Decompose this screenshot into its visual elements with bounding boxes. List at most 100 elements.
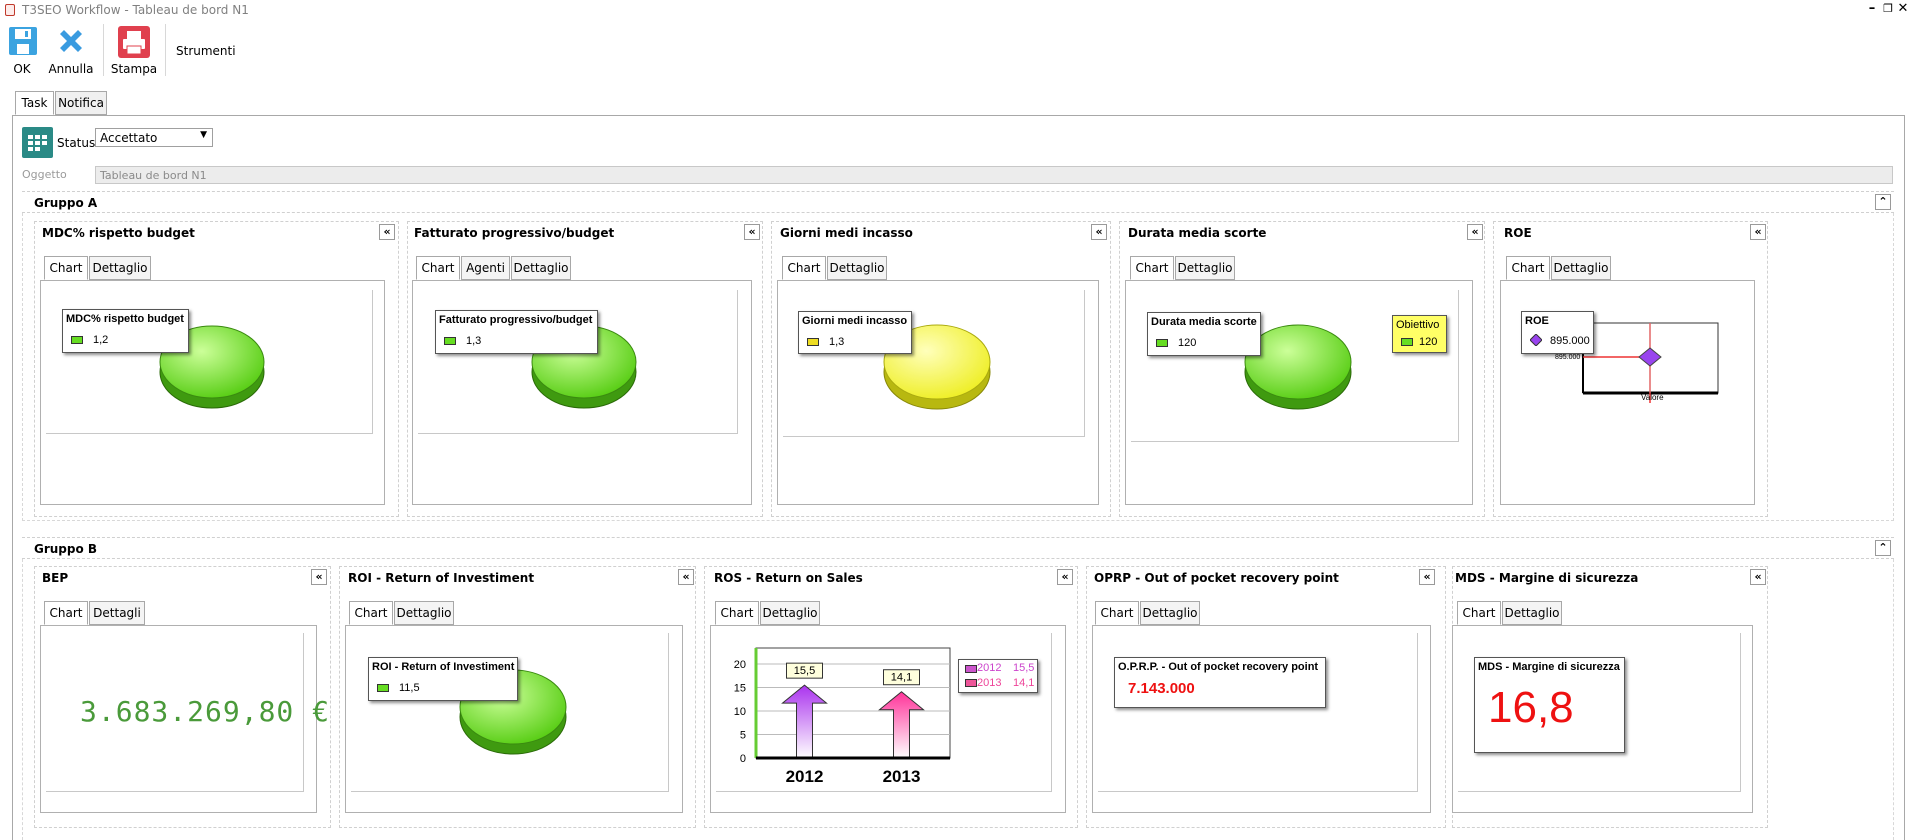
legend-oprp-title: O.P.R.P. - Out of pocket recovery point bbox=[1118, 661, 1319, 673]
collapse-fatturato-button[interactable]: « bbox=[744, 224, 760, 240]
ros-category-label: 2012 bbox=[786, 767, 824, 786]
widget-mds-title: MDS - Margine di sicurezza bbox=[1455, 571, 1639, 585]
collapse-giorni-button[interactable]: « bbox=[1091, 224, 1107, 240]
tab-oprp-chart[interactable]: Chart bbox=[1095, 601, 1139, 625]
tab-durata-chart[interactable]: Chart bbox=[1130, 256, 1174, 280]
ros-ytick-label: 5 bbox=[740, 730, 746, 742]
tab-fatturato-agenti[interactable]: Agenti bbox=[461, 256, 510, 280]
group-b-header: Gruppo B bbox=[22, 537, 1894, 559]
legend-swatch bbox=[71, 336, 83, 344]
ros-ytick-label: 15 bbox=[734, 683, 746, 695]
tab-ros-dettaglio[interactable]: Dettaglio bbox=[760, 601, 820, 625]
group-a-collapse-button[interactable]: ⌃ bbox=[1875, 194, 1891, 210]
tab-bep-dettagli[interactable]: Dettagli bbox=[89, 601, 145, 625]
tab-bep-chart[interactable]: Chart bbox=[44, 601, 88, 625]
legend-mdc-title: MDC% rispetto budget bbox=[66, 313, 184, 325]
legend-obiettivo: Obiettivo 120 bbox=[1392, 315, 1447, 353]
tab-giorni-dettaglio[interactable]: Dettaglio bbox=[827, 256, 887, 280]
legend-roi-value: 11,5 bbox=[399, 682, 420, 694]
ros-data-label: 15,5 bbox=[794, 665, 815, 677]
widget-mdc-title: MDC% rispetto budget bbox=[42, 226, 195, 240]
legend-mdc: MDC% rispetto budget 1,2 bbox=[62, 309, 189, 353]
strumenti-menu[interactable]: Strumenti bbox=[176, 44, 236, 58]
tab-giorni-chart[interactable]: Chart bbox=[782, 256, 826, 280]
legend-durata-title: Durata media scorte bbox=[1151, 316, 1257, 328]
close-icon[interactable]: ✕ bbox=[1895, 1, 1910, 17]
legend-fatturato-title: Fatturato progressivo/budget bbox=[439, 314, 593, 326]
legend-ros-2012-value: 15,5 bbox=[1013, 662, 1035, 674]
legend-fatturato-value: 1,3 bbox=[466, 335, 482, 347]
legend-swatch bbox=[377, 684, 389, 692]
legend-roe-title: ROE bbox=[1525, 315, 1549, 327]
legend-roe-value: 895.000 bbox=[1550, 335, 1590, 347]
tab-mdc-chart[interactable]: Chart bbox=[44, 256, 88, 280]
collapse-mdc-button[interactable]: « bbox=[379, 224, 395, 240]
group-a-title: Gruppo A bbox=[34, 196, 98, 210]
legend-ros-2012-name: 2012 bbox=[977, 662, 1002, 674]
legend-roi-title: ROI - Return of Investiment bbox=[372, 661, 515, 673]
legend-swatch bbox=[807, 338, 819, 346]
tab-roe-dettaglio[interactable]: Dettaglio bbox=[1551, 256, 1611, 280]
stampa-label: Stampa bbox=[110, 62, 158, 76]
status-label: Status bbox=[57, 136, 96, 150]
collapse-roi-button[interactable]: « bbox=[678, 569, 694, 585]
ros-ytick-label: 10 bbox=[734, 706, 746, 718]
legend-roi: ROI - Return of Investiment 11,5 bbox=[368, 657, 518, 701]
oggetto-field[interactable]: Tableau de bord N1 bbox=[95, 166, 1893, 184]
legend-ros: 2012 15,5 2013 14,1 bbox=[958, 659, 1038, 693]
legend-ros-2013-name: 2013 bbox=[977, 677, 1002, 689]
tab-durata-dettaglio[interactable]: Dettaglio bbox=[1175, 256, 1235, 280]
tab-roi-chart[interactable]: Chart bbox=[349, 601, 393, 625]
ros-data-label: 14,1 bbox=[891, 672, 912, 684]
status-select[interactable]: Accettato ▼ bbox=[95, 128, 213, 147]
widget-ros-title: ROS - Return on Sales bbox=[714, 571, 863, 585]
tab-roi-dettaglio[interactable]: Dettaglio bbox=[394, 601, 454, 625]
legend-swatch-2012 bbox=[965, 665, 977, 673]
annulla-label: Annulla bbox=[48, 62, 94, 76]
tab-ros-chart[interactable]: Chart bbox=[715, 601, 759, 625]
tab-mds-dettaglio[interactable]: Dettaglio bbox=[1502, 601, 1562, 625]
tab-notifica[interactable]: Notifica bbox=[55, 91, 107, 115]
ros-ytick-label: 20 bbox=[734, 659, 746, 671]
bep-value: 3.683.269,80 € bbox=[80, 695, 331, 728]
oggetto-label: Oggetto bbox=[22, 168, 67, 181]
tab-task[interactable]: Task bbox=[15, 91, 54, 115]
legend-diamond-icon bbox=[1530, 334, 1542, 346]
collapse-mds-button[interactable]: « bbox=[1750, 569, 1766, 585]
restore-icon[interactable]: ❐ bbox=[1880, 1, 1896, 17]
ok-button[interactable]: OK bbox=[4, 24, 40, 78]
minimize-icon[interactable]: – bbox=[1864, 1, 1880, 17]
group-b-collapse-button[interactable]: ⌃ bbox=[1875, 540, 1891, 556]
group-a-header: Gruppo A bbox=[22, 191, 1894, 213]
app-icon bbox=[5, 4, 15, 16]
tab-fatturato-chart[interactable]: Chart bbox=[416, 256, 460, 280]
collapse-roe-button[interactable]: « bbox=[1750, 224, 1766, 240]
collapse-bep-button[interactable]: « bbox=[311, 569, 327, 585]
widget-roe-title: ROE bbox=[1504, 226, 1532, 240]
status-grid-icon bbox=[22, 127, 53, 158]
tab-oprp-dettaglio[interactable]: Dettaglio bbox=[1140, 601, 1200, 625]
cancel-x-icon bbox=[60, 30, 82, 52]
dropdown-arrow-icon: ▼ bbox=[200, 130, 207, 140]
group-b-title: Gruppo B bbox=[34, 542, 98, 556]
legend-giorni: Giorni medi incasso 1,3 bbox=[798, 311, 912, 354]
window-title: T3SEO Workflow - Tableau de bord N1 bbox=[22, 3, 249, 17]
tab-mdc-dettaglio[interactable]: Dettaglio bbox=[89, 256, 151, 280]
tab-mds-chart[interactable]: Chart bbox=[1457, 601, 1501, 625]
legend-swatch-2013 bbox=[965, 679, 977, 687]
toolbar-separator bbox=[103, 24, 104, 76]
collapse-ros-button[interactable]: « bbox=[1057, 569, 1073, 585]
annulla-button[interactable]: Annulla bbox=[48, 24, 94, 78]
widget-roi-title: ROI - Return of Investiment bbox=[348, 571, 535, 585]
save-icon bbox=[9, 27, 37, 55]
mds-value: 16,8 bbox=[1488, 683, 1574, 732]
collapse-durata-button[interactable]: « bbox=[1467, 224, 1483, 240]
collapse-oprp-button[interactable]: « bbox=[1419, 569, 1435, 585]
tab-roe-chart[interactable]: Chart bbox=[1506, 256, 1550, 280]
tab-fatturato-dettaglio[interactable]: Dettaglio bbox=[511, 256, 571, 280]
ros-category-label: 2013 bbox=[883, 767, 921, 786]
status-value: Accettato bbox=[100, 131, 158, 145]
stampa-button[interactable]: Stampa bbox=[110, 24, 158, 78]
oprp-value: 7.143.000 bbox=[1128, 680, 1195, 697]
legend-mdc-value: 1,2 bbox=[93, 334, 109, 346]
